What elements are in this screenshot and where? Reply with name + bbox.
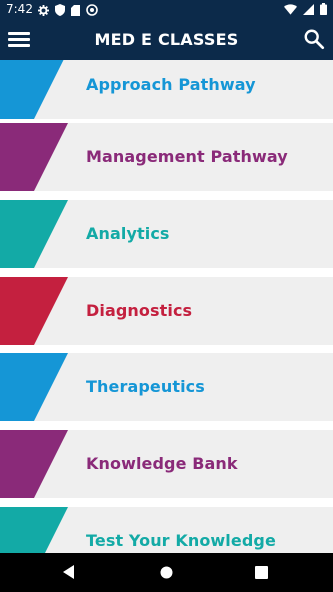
system-nav-bar <box>0 553 333 592</box>
menu-item-label: Approach Pathway <box>86 75 256 94</box>
shield-icon <box>55 4 65 16</box>
menu-item-label: Test Your Knowledge <box>86 531 276 550</box>
back-triangle-icon[interactable] <box>62 565 76 579</box>
app-bar: MED E CLASSES <box>0 20 333 60</box>
swatch-icon <box>0 353 68 421</box>
menu-item-label: Knowledge Bank <box>86 454 238 473</box>
menu-item-label: Diagnostics <box>86 301 193 320</box>
menu-list[interactable]: Approach Pathway Management Pathway Anal… <box>0 60 333 553</box>
gear-icon <box>38 4 49 16</box>
swatch-icon <box>0 507 68 553</box>
swatch-icon <box>0 123 68 191</box>
status-time: 7:42 <box>6 2 33 16</box>
status-notification-icons <box>38 4 98 16</box>
menu-item-approach-pathway[interactable]: Approach Pathway <box>0 60 333 119</box>
status-bar: 7:42 <box>0 0 333 20</box>
sd-card-icon <box>71 4 80 16</box>
menu-item-knowledge-bank[interactable]: Knowledge Bank <box>0 430 333 498</box>
menu-item-label: Therapeutics <box>86 377 205 396</box>
battery-icon <box>320 3 327 15</box>
wifi-icon <box>284 3 297 15</box>
app-title: MED E CLASSES <box>94 30 239 49</box>
swatch-icon <box>0 277 68 345</box>
menu-item-diagnostics[interactable]: Diagnostics <box>0 277 333 345</box>
cellular-signal-icon <box>303 3 314 15</box>
status-system-icons <box>284 3 327 15</box>
menu-item-label: Analytics <box>86 224 170 243</box>
menu-item-analytics[interactable]: Analytics <box>0 200 333 268</box>
swatch-icon <box>0 60 64 119</box>
recents-square-icon[interactable] <box>255 566 268 579</box>
home-circle-icon[interactable] <box>160 566 173 579</box>
search-icon <box>304 29 325 50</box>
menu-item-management-pathway[interactable]: Management Pathway <box>0 123 333 191</box>
swatch-icon <box>0 200 68 268</box>
search-button[interactable] <box>303 28 327 52</box>
menu-item-label: Management Pathway <box>86 147 288 166</box>
swatch-icon <box>0 430 68 498</box>
sync-circle-icon <box>86 4 98 16</box>
menu-item-therapeutics[interactable]: Therapeutics <box>0 353 333 421</box>
menu-item-test-your-knowledge[interactable]: Test Your Knowledge <box>0 507 333 553</box>
